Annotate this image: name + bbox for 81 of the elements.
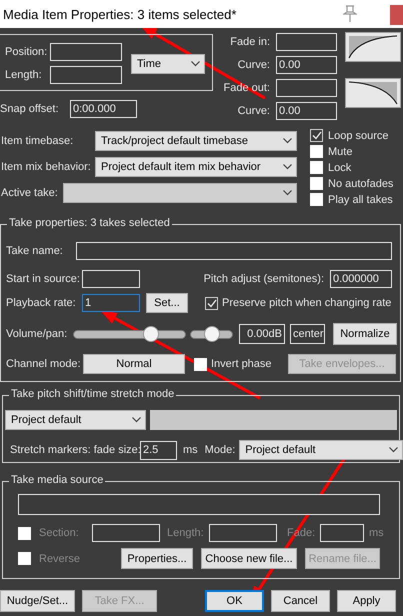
curve-label: Curve: [236,59,270,71]
setting-label: Active take: [1,187,59,199]
mode-label: Mode: [204,444,236,456]
input-field[interactable]: 2.5 [140,440,177,460]
channel-mode-button[interactable]: Normal [83,354,185,374]
unit-label: ms [183,444,198,456]
take-name-label: Take name: [6,245,64,257]
slider-thumb[interactable] [142,326,159,342]
checkbox-label: Play all takes [328,194,393,206]
input-field[interactable]: 0.000000 [330,270,392,288]
checkbox-label: Lock [328,162,352,174]
input-field[interactable] [76,242,392,260]
pitch-adjust-label: Pitch adjust (semitones): [204,273,324,285]
chevron-icon [389,447,398,453]
volume-pan-label: Volume/pan: [6,328,68,340]
footer-button[interactable]: Apply [337,590,396,612]
setting-label: Item mix behavior: [1,161,92,173]
start-label: Start in source: [6,273,81,285]
position-label: Position: [5,46,48,58]
fade-label: Fade out: [222,82,270,94]
normalize-button[interactable]: Normalize [333,323,397,345]
input-field[interactable] [50,66,122,84]
source-button[interactable]: Properties... [121,548,193,569]
chevron-icon [191,60,200,66]
input-field[interactable] [18,494,380,515]
dropdown[interactable]: Project default [5,410,146,430]
dropdown[interactable]: Project default [239,440,403,460]
curve-label: Curve: [236,105,270,117]
input-field[interactable] [276,33,337,51]
footer-button[interactable]: Nudge/Set... [0,590,75,612]
input-field[interactable] [209,524,277,542]
checkbox-label: No autofades [328,178,394,190]
volume-reading[interactable]: 0.00dB [239,324,285,344]
input-field[interactable]: 1 [82,294,140,312]
group-title: Take media source [9,474,106,486]
group-title: Take pitch shift/time stretch mode [9,388,176,400]
pan-reading[interactable]: center [290,324,325,344]
chevron-icon [283,164,292,170]
footer-button[interactable]: OK [205,590,264,612]
fade-curve-icon[interactable] [345,32,401,62]
channel-mode-label: Channel mode: [6,358,82,370]
input-field[interactable] [276,79,337,97]
fade-size-label: Stretch markers: fade size: [10,444,140,456]
length-label: Length: [167,527,205,539]
snap-offset-label: Snap offset: [0,103,60,115]
checkbox-label: Reverse [39,552,81,564]
input-field[interactable] [92,524,160,542]
unit-label: ms [369,527,384,539]
slider-thumb[interactable] [204,326,220,342]
checkbox-label: Preserve pitch when changing rate [222,297,392,309]
chevron-icon [132,417,141,423]
checkbox-label: Section: [39,527,80,539]
checkmark-icon [312,131,322,140]
pin-icon[interactable] [343,5,357,23]
dropdown[interactable]: Project default item mix behavior [95,157,297,177]
checkbox[interactable] [205,296,218,310]
checkbox-label: Invert phase [211,358,272,370]
input-field[interactable] [50,43,122,61]
chevron-icon [283,190,292,196]
input-field[interactable]: 0:00.000 [70,100,137,118]
checkmark-icon [206,298,216,308]
window-title: Media Item Properties: 3 items selected* [2,6,236,22]
source-button[interactable]: Choose new file... [201,548,297,569]
group-title: Take properties: 3 takes selected [7,217,172,229]
checkbox-label: Loop source [328,130,389,142]
fade-label: Fade in: [229,36,270,48]
input-field[interactable] [82,270,140,288]
playback-rate-label: Playback rate: [6,297,77,309]
checkbox-label: Mute [328,146,352,158]
input-field[interactable]: 0.00 [276,102,337,120]
footer-button[interactable]: Cancel [271,590,330,612]
set-button[interactable]: Set... [146,293,188,313]
dropdown[interactable]: Time [131,54,205,74]
setting-label: Item timebase: [1,135,74,147]
input-field[interactable]: 0.00 [276,56,337,74]
input-field[interactable] [320,524,364,542]
length-label: Length: [5,69,43,81]
dropdown[interactable]: Track/project default timebase [95,131,297,151]
chevron-icon [283,138,292,144]
checkbox[interactable] [310,129,323,142]
fade-curve-icon[interactable] [345,78,401,108]
